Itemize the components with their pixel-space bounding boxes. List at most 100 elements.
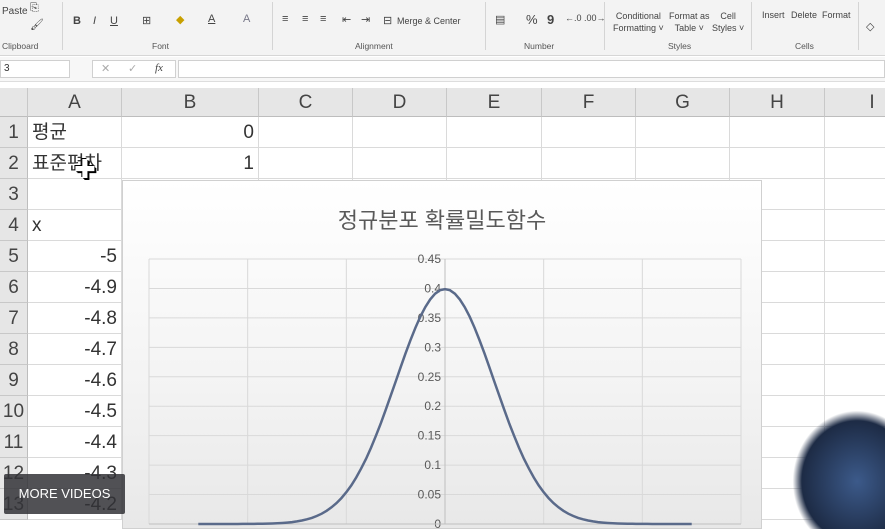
underline-button[interactable]: U xyxy=(110,15,118,27)
cell[interactable] xyxy=(259,148,353,179)
row-header-8[interactable]: 8 xyxy=(0,334,28,365)
format-button[interactable]: Format xyxy=(822,10,851,20)
clear-icon[interactable]: ◇ xyxy=(866,20,874,33)
comma-button[interactable]: 9 xyxy=(547,12,554,27)
percent-button[interactable]: % xyxy=(526,12,538,27)
format-painter-icon[interactable]: 🖌 xyxy=(30,18,44,31)
cell[interactable] xyxy=(825,210,885,241)
merge-center-button[interactable]: Merge & Center xyxy=(397,16,461,26)
cell-A5[interactable]: -5 xyxy=(28,241,122,272)
row-header-7[interactable]: 7 xyxy=(0,303,28,334)
bold-button[interactable]: B xyxy=(73,15,81,27)
cell[interactable] xyxy=(825,241,885,272)
insert-button[interactable]: Insert xyxy=(762,10,785,20)
cell[interactable] xyxy=(825,272,885,303)
y-tick-label: 0.4 xyxy=(424,281,441,295)
cell-A8[interactable]: -4.7 xyxy=(28,334,122,365)
row-header-11[interactable]: 11 xyxy=(0,427,28,458)
column-header-B[interactable]: B xyxy=(122,88,259,117)
row-header-1[interactable]: 1 xyxy=(0,117,28,148)
cell[interactable] xyxy=(825,334,885,365)
cell-styles-button[interactable]: Cell Styles ˅ xyxy=(712,10,744,34)
format-as-table-button[interactable]: Format as Table ˅ xyxy=(669,10,710,34)
column-header-I[interactable]: I xyxy=(825,88,885,117)
text-effects-icon[interactable]: A xyxy=(243,13,250,25)
cell[interactable] xyxy=(542,148,636,179)
fill-color-icon[interactable]: ◆ xyxy=(176,13,184,26)
y-tick-label: 0.2 xyxy=(424,399,441,413)
cell[interactable] xyxy=(730,117,825,148)
chart[interactable]: 정규분포 확률밀도함수 00.050.10.150.20.250.30.350.… xyxy=(122,180,762,530)
decrease-indent-icon[interactable]: ⇤ xyxy=(342,13,351,26)
column-header-E[interactable]: E xyxy=(447,88,542,117)
conditional-formatting-button[interactable]: Conditional Formatting ˅ xyxy=(613,10,664,34)
cell[interactable] xyxy=(353,148,447,179)
increase-indent-icon[interactable]: ⇥ xyxy=(361,13,370,26)
cell-A9[interactable]: -4.6 xyxy=(28,365,122,396)
font-color-icon[interactable]: A xyxy=(208,13,215,25)
column-header-D[interactable]: D xyxy=(353,88,447,117)
increase-decimal-icon[interactable]: ←.0 xyxy=(565,13,582,23)
cell[interactable] xyxy=(636,148,730,179)
copy-icon[interactable]: ⎘ xyxy=(30,2,39,15)
cell-A10[interactable]: -4.5 xyxy=(28,396,122,427)
formula-buttons: ✕ ✓ fx xyxy=(92,60,176,78)
accounting-format-icon[interactable]: ▤ xyxy=(495,13,505,26)
name-box[interactable]: 3 xyxy=(0,60,70,78)
column-header-G[interactable]: G xyxy=(636,88,730,117)
borders-icon[interactable]: ⊞ xyxy=(142,14,151,27)
align-left-icon[interactable]: ≡ xyxy=(282,13,288,25)
cell-A7[interactable]: -4.8 xyxy=(28,303,122,334)
decrease-decimal-icon[interactable]: .00→ xyxy=(584,13,606,23)
align-center-icon[interactable]: ≡ xyxy=(302,13,308,25)
cell[interactable] xyxy=(542,117,636,148)
cell-A6[interactable]: -4.9 xyxy=(28,272,122,303)
group-cells: Cells xyxy=(795,41,814,51)
cell-A11[interactable]: -4.4 xyxy=(28,427,122,458)
cell[interactable] xyxy=(259,117,353,148)
cell[interactable] xyxy=(730,148,825,179)
cell[interactable] xyxy=(825,117,885,148)
formula-input[interactable] xyxy=(178,60,885,78)
cancel-icon[interactable]: ✕ xyxy=(101,62,110,75)
webcam-overlay xyxy=(792,410,885,529)
y-tick-label: 0.25 xyxy=(418,370,442,384)
cell[interactable] xyxy=(447,148,542,179)
insert-function-button[interactable]: fx xyxy=(155,62,163,74)
delete-button[interactable]: Delete xyxy=(791,10,817,20)
select-all-corner[interactable] xyxy=(0,88,28,117)
cell[interactable] xyxy=(825,179,885,210)
label: Styles ˅ xyxy=(712,23,745,33)
cell[interactable] xyxy=(825,148,885,179)
row-header-9[interactable]: 9 xyxy=(0,365,28,396)
divider xyxy=(485,2,486,50)
row-header-4[interactable]: 4 xyxy=(0,210,28,241)
enter-icon[interactable]: ✓ xyxy=(128,62,137,75)
row-header-10[interactable]: 10 xyxy=(0,396,28,427)
cell[interactable] xyxy=(636,117,730,148)
column-header-F[interactable]: F xyxy=(542,88,636,117)
more-videos-button[interactable]: MORE VIDEOS xyxy=(4,474,125,514)
column-header-H[interactable]: H xyxy=(730,88,825,117)
italic-button[interactable]: I xyxy=(93,15,96,27)
cell-B1[interactable]: 0 xyxy=(122,117,259,148)
group-number: Number xyxy=(524,41,555,51)
paste-button[interactable]: Paste xyxy=(2,6,28,17)
cell[interactable] xyxy=(825,303,885,334)
cell-A4[interactable]: x xyxy=(28,210,122,241)
column-header-C[interactable]: C xyxy=(259,88,353,117)
align-right-icon[interactable]: ≡ xyxy=(320,13,326,25)
label: Table ˅ xyxy=(674,23,704,33)
y-tick-label: 0.05 xyxy=(418,488,442,502)
formula-bar: 3 ✕ ✓ fx xyxy=(0,57,885,82)
cell[interactable] xyxy=(353,117,447,148)
row-header-5[interactable]: 5 xyxy=(0,241,28,272)
row-header-2[interactable]: 2 xyxy=(0,148,28,179)
row-header-3[interactable]: 3 xyxy=(0,179,28,210)
cell-A1[interactable]: 평균 xyxy=(28,117,122,148)
cell[interactable] xyxy=(825,365,885,396)
column-header-A[interactable]: A xyxy=(28,88,122,117)
cell-B2[interactable]: 1 xyxy=(122,148,259,179)
cell[interactable] xyxy=(447,117,542,148)
row-header-6[interactable]: 6 xyxy=(0,272,28,303)
